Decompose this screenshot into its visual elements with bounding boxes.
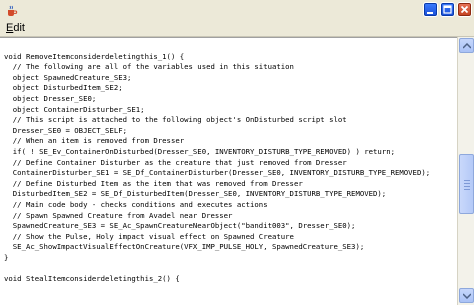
- menu-bar: Edit: [0, 21, 474, 37]
- code-line: void StealItemconsiderdeletingthis_2() {: [4, 274, 180, 284]
- code-line: Dresser_SE0 = OBJECT_SELF;: [4, 125, 128, 135]
- code-line: // This script is attached to the follow…: [4, 115, 347, 125]
- maximize-button[interactable]: [440, 2, 455, 17]
- scroll-thumb[interactable]: [459, 154, 474, 214]
- code-line: DisturbedItem_SE2 = SE_Df_DisturbedItem(…: [4, 189, 387, 199]
- code-line: object ContainerDisturber_SE1;: [4, 104, 145, 114]
- code-line: object DisturbedItem_SE2;: [4, 83, 123, 93]
- scroll-down-button[interactable]: [459, 288, 474, 303]
- grip-line: [464, 183, 470, 184]
- code-line: // Spawn Spawned Creature from Avadel ne…: [4, 210, 233, 220]
- code-line: // Define Container Disturber as the cre…: [4, 157, 347, 167]
- scroll-up-button[interactable]: [459, 38, 474, 53]
- code-line: // The following are all of the variable…: [4, 62, 294, 72]
- close-button[interactable]: [457, 2, 472, 17]
- code-text-area[interactable]: void RemoveItemconsiderdeletingthis_1() …: [4, 41, 456, 303]
- code-line: if( ! SE_Ev_ContainerOnDisturbed(Dresser…: [4, 146, 395, 156]
- code-line: void RemoveItemconsiderdeletingthis_1() …: [4, 51, 185, 61]
- code-line: }: [4, 252, 9, 262]
- grip-line: [464, 189, 470, 190]
- minimize-button[interactable]: [423, 2, 438, 17]
- code-editor[interactable]: void RemoveItemconsiderdeletingthis_1() …: [0, 37, 474, 305]
- application-window: Edit void RemoveItemconsiderdeletingthis…: [0, 0, 474, 305]
- code-line: // Show the Pulse, Holy impact visual ef…: [4, 231, 294, 241]
- code-line: // Define Disturbed Item as the item tha…: [4, 178, 303, 188]
- code-line: // When an item is removed from Dresser: [4, 136, 185, 146]
- code-line: SE_Ac_ShowImpactVisualEffectOnCreature(V…: [4, 242, 365, 252]
- code-line: object Dresser_SE0;: [4, 93, 97, 103]
- vertical-scrollbar[interactable]: [457, 37, 474, 305]
- code-line: object SpawnedCreature_SE3;: [4, 72, 132, 82]
- code-line: SpawnedCreature_SE3 = SE_Ac_SpawnCreatur…: [4, 221, 356, 231]
- title-bar[interactable]: [0, 0, 474, 21]
- menu-edit[interactable]: Edit: [6, 22, 25, 34]
- coffee-cup-icon: [6, 4, 18, 16]
- grip-line: [464, 186, 470, 187]
- grip-line: [464, 180, 470, 181]
- code-line: // Main code body - checks conditions an…: [4, 199, 268, 209]
- code-line: ContainerDisturber_SE1 = SE_Df_Container…: [4, 168, 431, 178]
